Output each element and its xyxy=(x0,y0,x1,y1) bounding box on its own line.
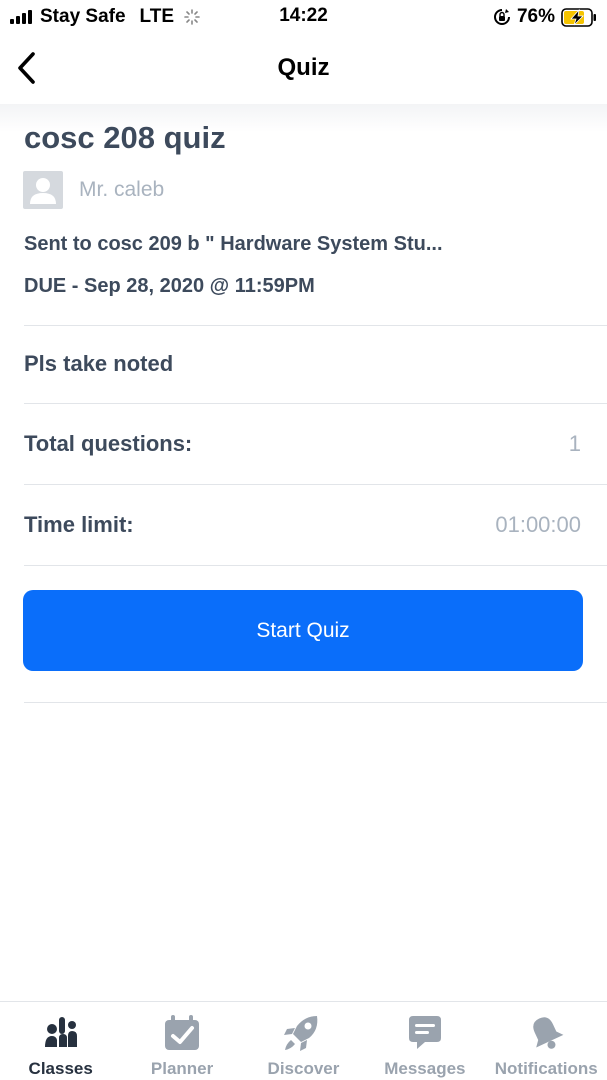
tab-planner[interactable]: Planner xyxy=(121,1002,242,1080)
divider xyxy=(24,484,607,485)
tab-label: Classes xyxy=(28,1059,93,1078)
status-bar: Stay Safe LTE 14:22 76% xyxy=(0,0,607,34)
total-questions-label: Total questions: xyxy=(24,431,193,456)
quiz-title: cosc 208 quiz xyxy=(24,120,226,155)
teacher-row[interactable]: Mr. caleb xyxy=(23,171,164,209)
divider xyxy=(24,565,607,566)
rocket-icon xyxy=(284,1016,318,1051)
nav-bar: Quiz xyxy=(0,34,607,104)
tab-label: Planner xyxy=(150,1059,214,1078)
classes-icon xyxy=(44,1017,77,1047)
tab-label: Discover xyxy=(267,1059,340,1078)
teacher-name[interactable]: Mr. caleb xyxy=(79,178,164,202)
bell-icon xyxy=(533,1017,564,1049)
tab-classes[interactable]: Classes xyxy=(0,1002,121,1080)
sent-to-label: Sent to xyxy=(24,233,92,255)
tab-messages[interactable]: Messages xyxy=(364,1002,485,1080)
time-limit-label: Time limit: xyxy=(24,512,134,537)
battery-percent: 76% xyxy=(516,6,555,27)
sent-to-row: Sent to cosc 209 b " Hardware System Stu… xyxy=(24,233,443,256)
rotation-lock-icon xyxy=(493,9,510,25)
battery-charging-icon xyxy=(561,7,596,27)
divider xyxy=(24,403,607,404)
divider xyxy=(24,702,607,703)
divider xyxy=(24,325,607,326)
planner-icon xyxy=(165,1015,200,1050)
status-right: 76% xyxy=(493,5,597,29)
person-placeholder-icon xyxy=(30,178,56,204)
due-date: DUE - Sep 28, 2020 @ 11:59PM xyxy=(24,275,315,297)
tab-label: Notifications xyxy=(494,1059,598,1078)
time-limit-value: 01:00:00 xyxy=(495,512,581,537)
tab-label: Messages xyxy=(384,1059,466,1078)
start-quiz-button[interactable]: Start Quiz xyxy=(23,590,583,671)
avatar xyxy=(23,171,63,209)
page-title: Quiz xyxy=(277,54,330,81)
tab-notifications[interactable]: Notifications xyxy=(486,1002,607,1080)
sent-to-class[interactable]: cosc 209 b " Hardware System Stu... xyxy=(97,233,442,255)
tab-discover[interactable]: Discover xyxy=(243,1002,364,1080)
quiz-description: Pls take noted xyxy=(24,351,174,376)
total-questions-value: 1 xyxy=(568,431,581,456)
tab-bar: Classes Planner Discover Messages Notifi… xyxy=(0,1001,607,1080)
chat-bubble-icon xyxy=(408,1016,441,1049)
